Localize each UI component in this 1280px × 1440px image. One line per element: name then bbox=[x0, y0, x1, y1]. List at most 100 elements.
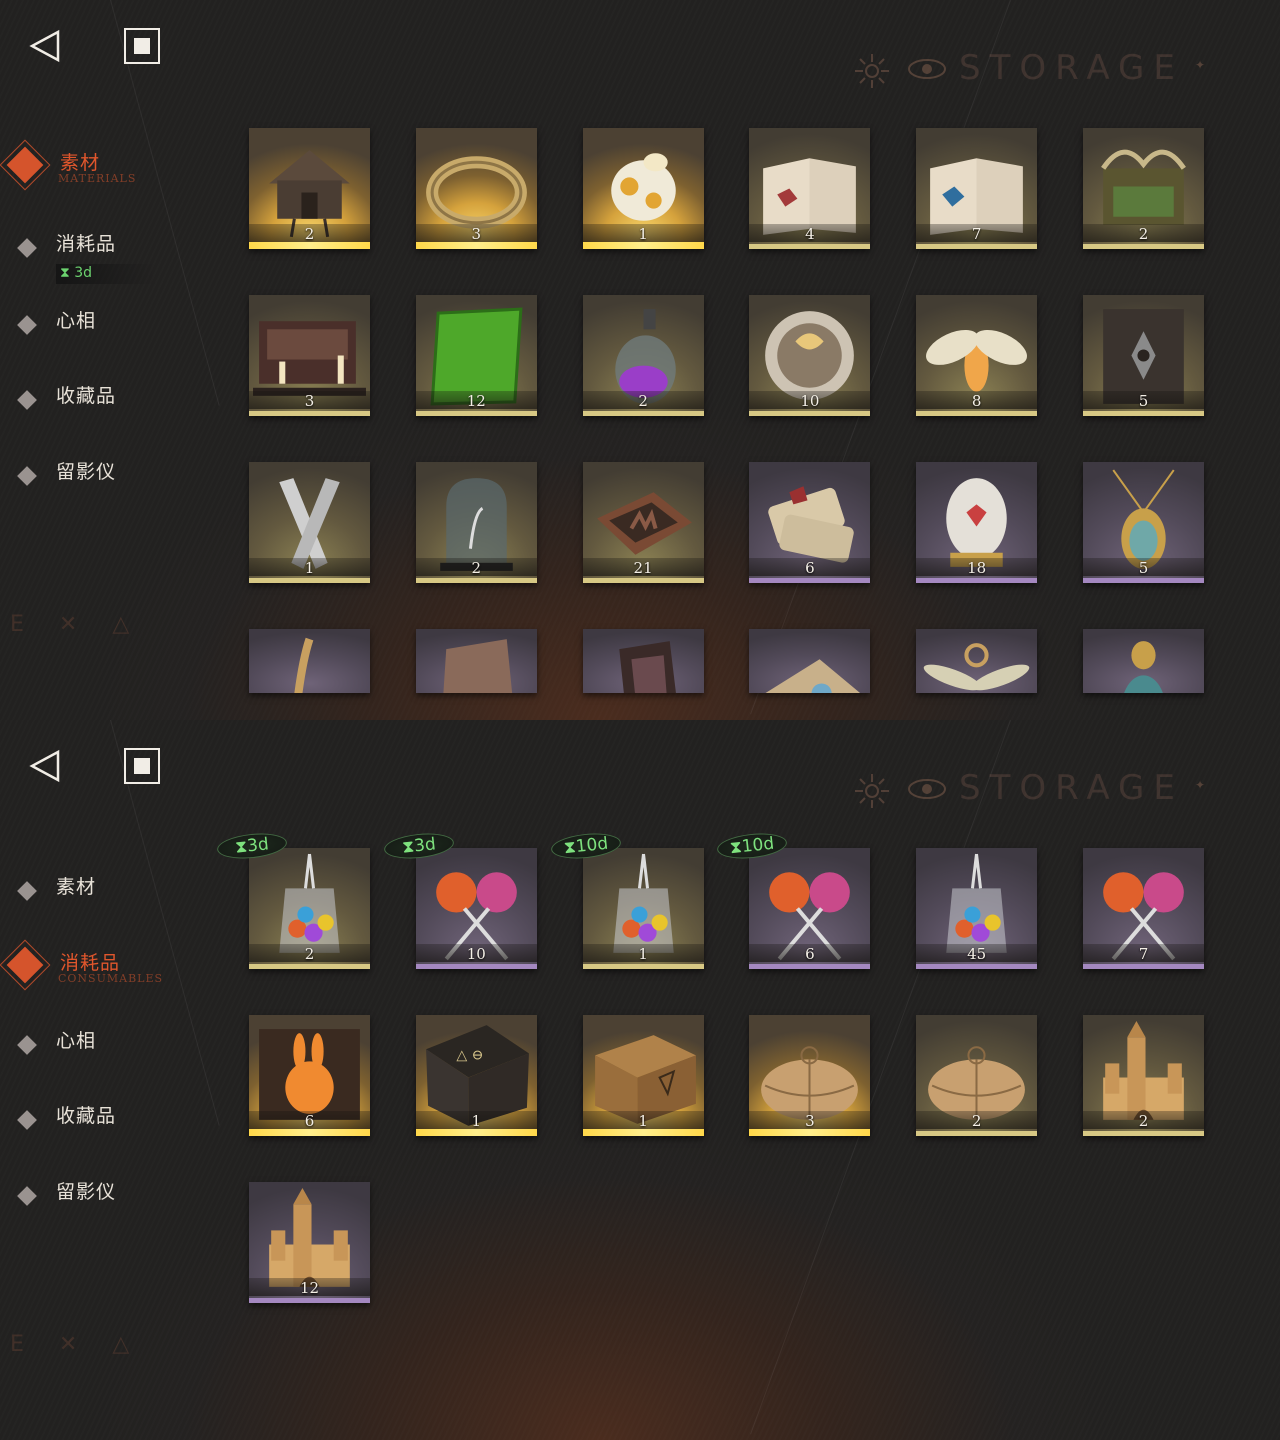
winged-key-icon bbox=[923, 643, 1030, 691]
sidebar-item-collectibles[interactable]: 收藏品 bbox=[0, 383, 230, 443]
rarity-bar bbox=[415, 1129, 537, 1136]
coffin-box-icon bbox=[618, 641, 676, 693]
rarity-bar bbox=[1083, 578, 1204, 583]
rarity-bar bbox=[582, 1129, 704, 1136]
back-button[interactable] bbox=[26, 746, 66, 786]
rarity-bar bbox=[916, 411, 1038, 416]
back-arrow-icon bbox=[29, 29, 60, 63]
inventory-slot[interactable] bbox=[249, 629, 370, 693]
inventory-slot[interactable]: 6 bbox=[249, 1015, 370, 1136]
item-count: 4 bbox=[805, 225, 815, 243]
rarity-bar bbox=[249, 1129, 370, 1136]
inventory-slot[interactable]: 2 bbox=[415, 462, 537, 583]
inventory-slot[interactable]: 1 bbox=[582, 128, 704, 249]
inventory-slot[interactable]: 10 bbox=[415, 848, 537, 969]
home-button[interactable] bbox=[124, 748, 160, 784]
item-count: 10 bbox=[800, 392, 820, 410]
inventory-slot[interactable]: △ ⊖ 1 bbox=[415, 1015, 537, 1136]
rarity-bar bbox=[249, 964, 370, 969]
item-count: 2 bbox=[1138, 1112, 1149, 1130]
decor-glyphs: E ✕ △ bbox=[10, 1332, 144, 1357]
rarity-bar bbox=[582, 411, 704, 416]
inventory-slot[interactable]: 1 bbox=[249, 462, 370, 583]
inventory-slot[interactable]: 6 bbox=[749, 462, 871, 583]
item-count: 2 bbox=[471, 559, 482, 577]
inventory-slot[interactable]: 2 bbox=[1083, 1015, 1204, 1136]
item-count: 12 bbox=[466, 392, 486, 410]
inventory-slot[interactable]: 5 bbox=[1083, 462, 1204, 583]
inventory-slot[interactable]: 10 bbox=[749, 295, 871, 416]
inventory-slot[interactable] bbox=[916, 629, 1038, 693]
rarity-bar bbox=[749, 964, 871, 969]
inventory-slot[interactable]: 1 bbox=[582, 1015, 704, 1136]
rarity-bar bbox=[582, 578, 704, 583]
sidebar-item-label: 收藏品 bbox=[56, 385, 117, 407]
inventory-slot[interactable]: 2 bbox=[582, 295, 704, 416]
rarity-bar bbox=[415, 242, 537, 249]
sidebar-item-camera[interactable]: 留影仪 bbox=[0, 1179, 230, 1239]
inventory-slot[interactable]: 7 bbox=[1083, 848, 1204, 969]
sidebar-item-label: 素材 bbox=[60, 152, 101, 174]
timer-text: ⧗ 3d bbox=[60, 265, 93, 281]
sidebar-item-materials[interactable]: 素材 MATERIALS bbox=[0, 139, 230, 210]
sidebar-item-materials[interactable]: 素材 bbox=[0, 874, 230, 934]
rarity-bar bbox=[1083, 1131, 1204, 1136]
bird-flask-icon bbox=[1124, 641, 1163, 693]
star-glyph-icon: ✦ bbox=[1195, 58, 1206, 72]
rarity-bar bbox=[582, 242, 704, 249]
rarity-bar bbox=[1083, 964, 1204, 969]
rarity-bar bbox=[1083, 411, 1204, 416]
storage-screen-materials: STORAGE ✦ E ✕ △ 素材 MATERIALS 消耗品 ⧗ 3d 心相… bbox=[0, 0, 1280, 720]
item-count: 1 bbox=[304, 559, 315, 577]
sidebar-item-consumables[interactable]: 消耗品 CONSUMABLES bbox=[0, 939, 230, 1010]
item-count: 1 bbox=[638, 225, 648, 243]
inventory-slot[interactable]: 6 bbox=[749, 848, 871, 969]
inventory-slot[interactable] bbox=[582, 629, 704, 693]
item-count: 3 bbox=[471, 225, 482, 243]
inventory-slot[interactable]: 45 bbox=[916, 848, 1038, 969]
sidebar-item-label: 消耗品 bbox=[56, 233, 117, 255]
sidebar-item-camera[interactable]: 留影仪 bbox=[0, 459, 230, 519]
sidebar-item-collectibles[interactable]: 收藏品 bbox=[0, 1103, 230, 1163]
svg-text:△ ⊖: △ ⊖ bbox=[456, 1047, 483, 1063]
inventory-slot[interactable]: 2 bbox=[249, 848, 370, 969]
storage-watermark: STORAGE bbox=[959, 768, 1184, 808]
storage-screen-consumables: STORAGE ✦ E ✕ △ 素材 消耗品 CONSUMABLES 心相 收藏… bbox=[0, 720, 1280, 1440]
back-arrow-icon bbox=[29, 749, 60, 783]
sidebar-item-mindscape[interactable]: 心相 bbox=[0, 1028, 230, 1088]
inventory-slot[interactable]: 3 bbox=[415, 128, 537, 249]
inventory-slot[interactable]: 12 bbox=[249, 1182, 370, 1303]
inventory-slot[interactable]: 2 bbox=[1083, 128, 1204, 249]
inventory-slot[interactable]: 5 bbox=[1083, 295, 1204, 416]
diamond-icon bbox=[17, 1110, 37, 1130]
inventory-slot[interactable]: 2 bbox=[249, 128, 370, 249]
decor-glyphs: E ✕ △ bbox=[10, 612, 144, 637]
sidebar-item-mindscape[interactable]: 心相 bbox=[0, 308, 230, 368]
storage-watermark: STORAGE bbox=[959, 48, 1184, 88]
back-button[interactable] bbox=[26, 26, 66, 66]
item-count: 3 bbox=[304, 392, 315, 410]
diamond-icon bbox=[17, 315, 37, 335]
inventory-slot[interactable]: 18 bbox=[916, 462, 1038, 583]
inventory-slot[interactable]: 12 bbox=[415, 295, 537, 416]
inventory-slot[interactable] bbox=[1083, 629, 1204, 693]
eye-emblem-icon bbox=[908, 779, 946, 799]
item-count: 8 bbox=[971, 392, 982, 410]
inventory-slot[interactable]: 21 bbox=[582, 462, 704, 583]
item-count: 7 bbox=[971, 225, 982, 243]
inventory-slot[interactable]: 3 bbox=[249, 295, 370, 416]
inventory-slot[interactable]: 7 bbox=[916, 128, 1038, 249]
item-count: 2 bbox=[971, 1112, 982, 1130]
item-count: 1 bbox=[638, 1112, 648, 1130]
rarity-bar bbox=[1083, 244, 1204, 249]
home-button[interactable] bbox=[124, 28, 160, 64]
inventory-slot[interactable]: 3 bbox=[749, 1015, 871, 1136]
inventory-slot[interactable]: 2 bbox=[916, 1015, 1038, 1136]
inventory-slot[interactable] bbox=[415, 629, 537, 693]
sidebar-item-sublabel: MATERIALS bbox=[58, 172, 137, 185]
inventory-slot[interactable]: 8 bbox=[916, 295, 1038, 416]
inventory-slot[interactable]: 4 bbox=[749, 128, 871, 249]
inventory-slot[interactable]: 1 bbox=[582, 848, 704, 969]
compass-plate-icon bbox=[765, 659, 861, 693]
inventory-slot[interactable] bbox=[749, 629, 871, 693]
